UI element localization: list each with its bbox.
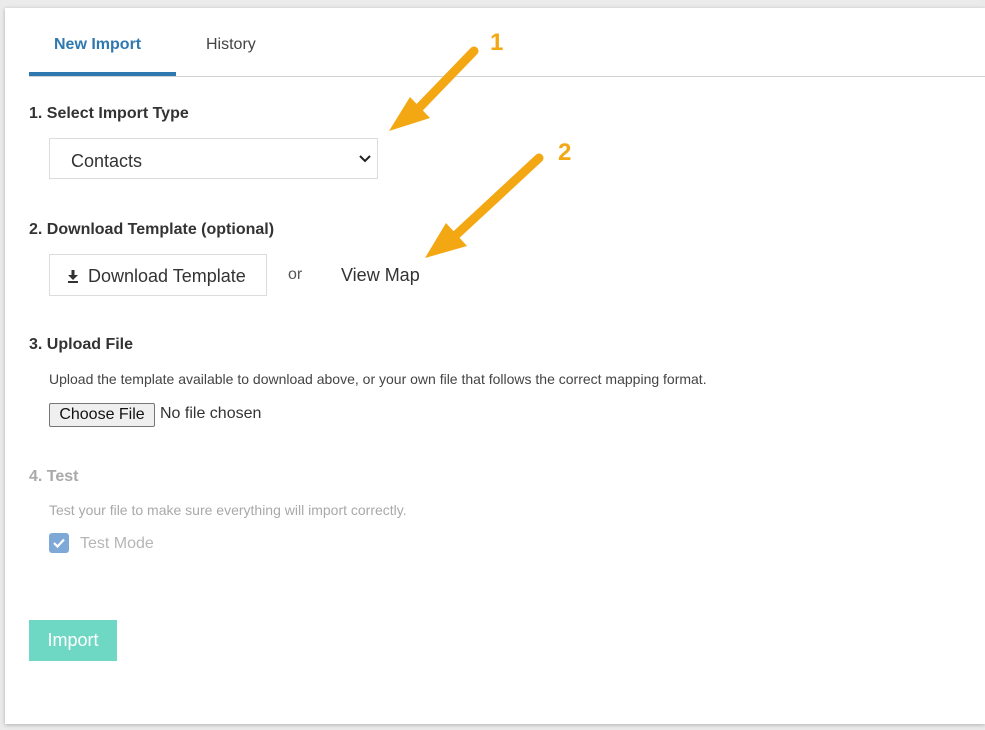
upload-description: Upload the template available to downloa… [49, 371, 707, 387]
file-status-text: No file chosen [160, 405, 262, 422]
step-3-title: 3. Upload File [29, 336, 134, 353]
annotation-label-1: 1 [490, 29, 504, 56]
test-mode-checkbox[interactable] [49, 533, 69, 553]
choose-file-button[interactable]: Choose File [49, 403, 155, 427]
view-map-link[interactable]: View Map [341, 265, 420, 286]
import-panel: New Import History 1. Select Import Type… [5, 8, 985, 724]
checkmark-icon [53, 538, 65, 548]
tab-bar: New Import History [29, 8, 985, 77]
annotation-label-2: 2 [558, 139, 572, 166]
test-description: Test your file to make sure everything w… [49, 502, 407, 518]
tab-history[interactable]: History [206, 36, 256, 54]
or-separator: or [288, 266, 303, 283]
tab-new-import[interactable]: New Import [54, 36, 141, 54]
active-tab-indicator [29, 72, 176, 76]
download-icon [68, 270, 78, 283]
download-template-button[interactable]: Download Template [49, 254, 267, 296]
test-mode-label: Test Mode [80, 535, 154, 552]
step-4-title: 4. Test [29, 468, 79, 485]
import-button[interactable]: Import [29, 620, 117, 661]
download-template-label: Download Template [88, 266, 246, 286]
chevron-down-icon [359, 155, 371, 163]
step-1-title: 1. Select Import Type [29, 105, 189, 122]
import-type-value: Contacts [71, 151, 143, 171]
import-type-select[interactable]: Contacts [49, 138, 378, 179]
step-2-title: 2. Download Template (optional) [29, 221, 275, 238]
